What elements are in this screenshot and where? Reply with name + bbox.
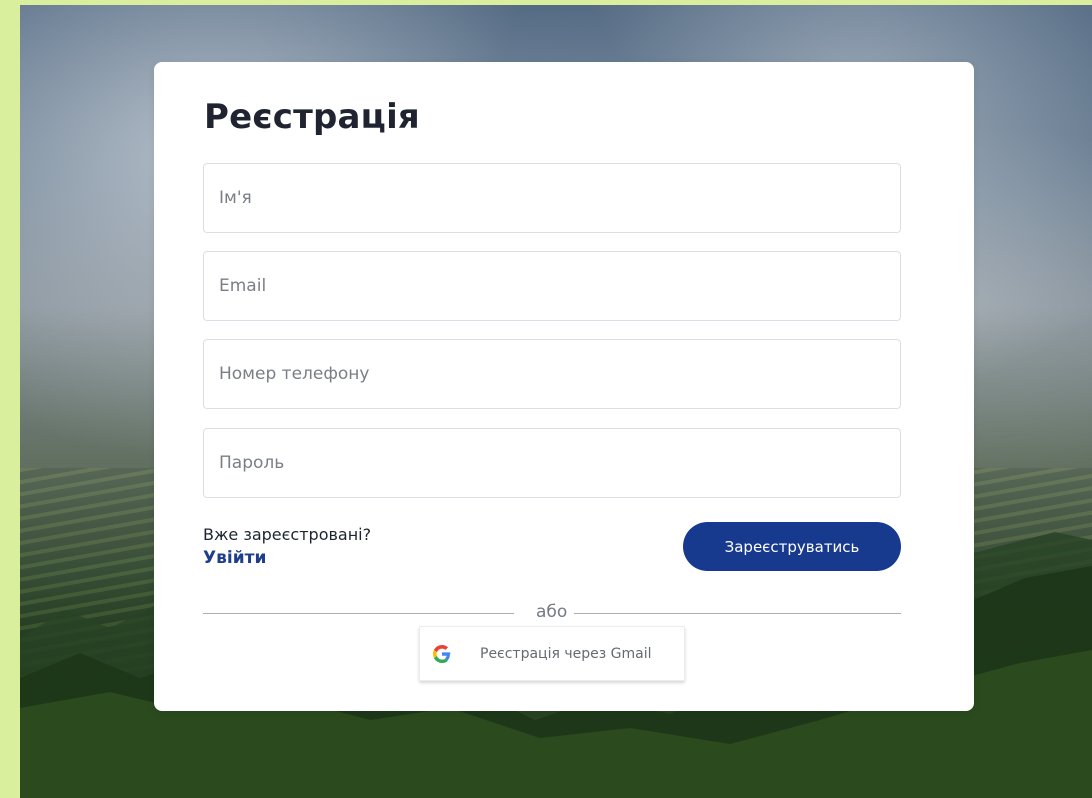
divider-line-right (574, 613, 901, 614)
login-prompt: Вже зареєстровані? (203, 525, 372, 544)
google-icon (433, 644, 451, 663)
or-divider: або (203, 602, 901, 623)
divider-line-left (203, 613, 514, 614)
gmail-button-label: Реєстрація через Gmail (480, 645, 652, 662)
name-input[interactable] (203, 163, 901, 233)
registration-card: Реєстрація Вже зареєстровані? Увійти Зар… (154, 62, 974, 711)
divider-text: або (536, 602, 568, 622)
email-input[interactable] (203, 251, 901, 321)
gmail-signup-button[interactable]: Реєстрація через Gmail (419, 626, 685, 681)
login-link[interactable]: Увійти (203, 548, 266, 568)
phone-input[interactable] (203, 339, 901, 409)
register-button[interactable]: Зареєструватись (683, 522, 901, 571)
page-title: Реєстрація (204, 97, 420, 137)
password-input[interactable] (203, 428, 901, 498)
